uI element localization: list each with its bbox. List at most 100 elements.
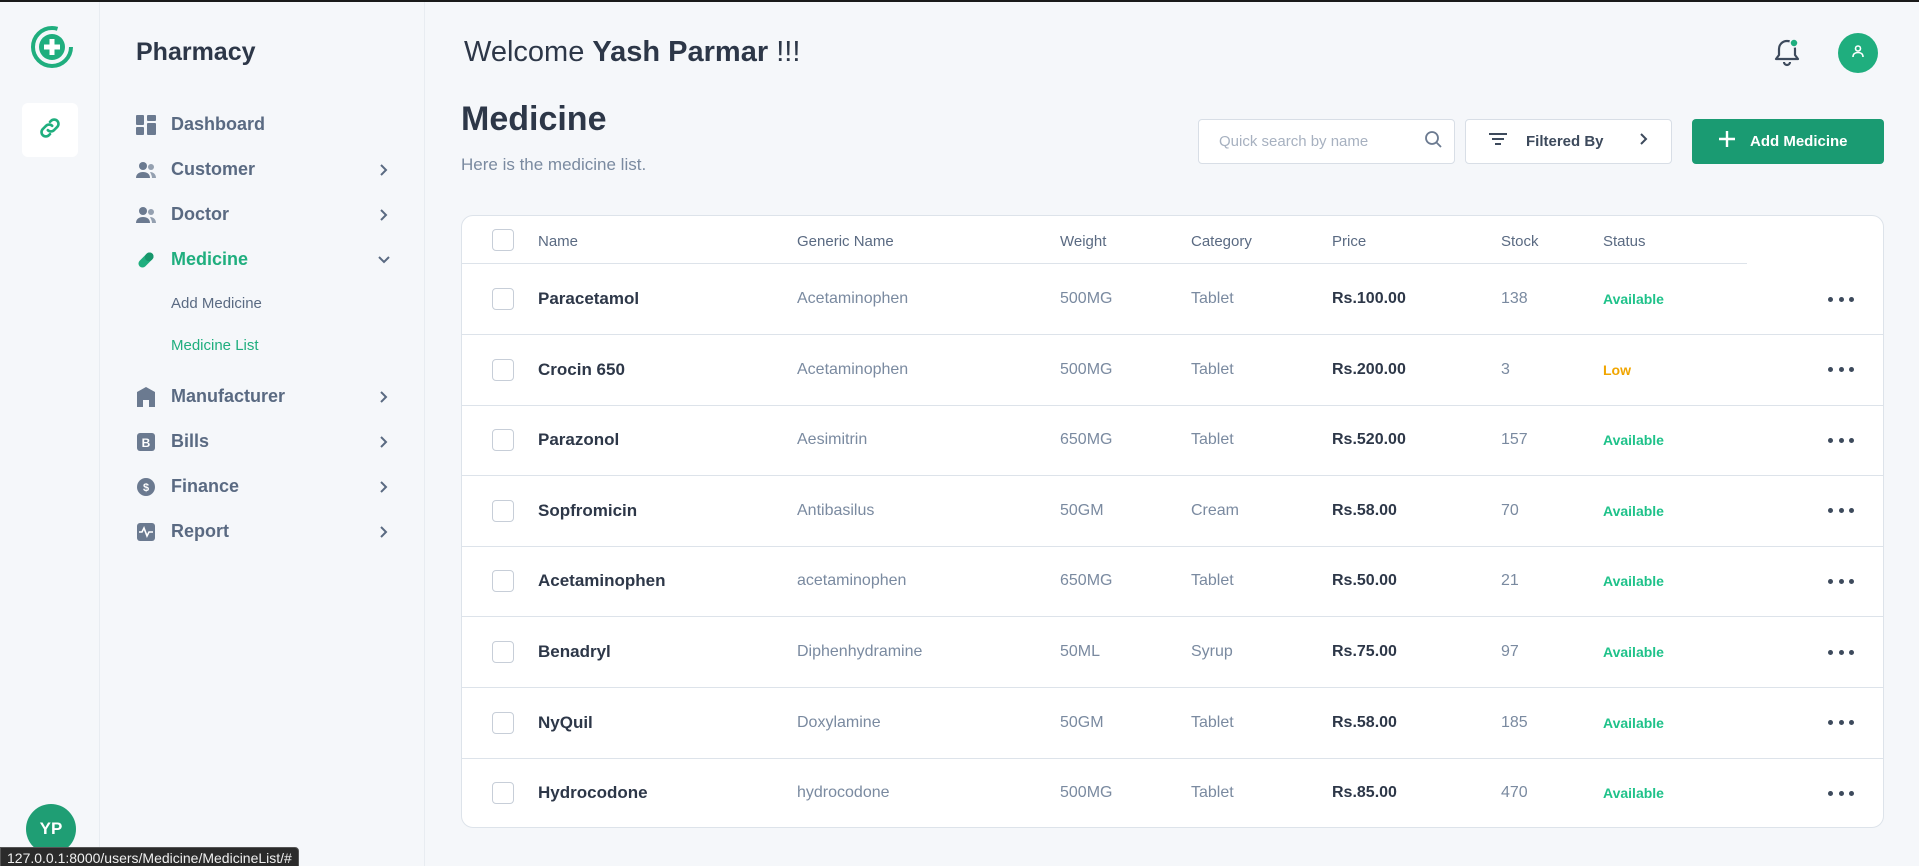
filter-label: Filtered By [1526, 133, 1604, 150]
chevron-down-icon [376, 252, 392, 268]
row-checkbox[interactable] [492, 429, 514, 452]
sidebar-item-medicine[interactable]: Medicine [136, 237, 392, 282]
sidebar-item-bills[interactable]: B Bills [136, 419, 392, 464]
filter-button[interactable]: Filtered By [1465, 119, 1672, 164]
select-all-checkbox[interactable] [492, 229, 514, 251]
cell-category: Tablet [1191, 360, 1234, 378]
welcome-suffix: !!! [776, 36, 801, 68]
cell-stock: 21 [1501, 572, 1519, 590]
sidebar-item-finance[interactable]: $ Finance [136, 464, 392, 509]
cell-name[interactable]: Sopfromicin [538, 501, 637, 521]
search-box [1198, 119, 1455, 164]
table-row[interactable]: Paracetamol Acetaminophen 500MG Tablet Rs.10… [462, 264, 1883, 335]
table-row[interactable]: Parazonol Aesimitrin 650MG Tablet Rs.520.00 1… [462, 405, 1883, 477]
status-badge: Available [1603, 785, 1664, 802]
pharmacy-logo-icon[interactable] [29, 24, 75, 70]
chevron-right-icon [376, 389, 392, 405]
submenu-item-add-medicine[interactable]: Add Medicine [171, 282, 392, 324]
cell-stock: 70 [1501, 501, 1519, 519]
more-options-icon[interactable] [1828, 287, 1854, 311]
pill-icon [136, 250, 156, 270]
chevron-right-icon [376, 162, 392, 178]
sidebar-item-report[interactable]: Report [136, 509, 392, 554]
table-row[interactable]: NyQuil Doxylamine 50GM Tablet Rs.58.00 185 Ava… [462, 688, 1883, 759]
cell-generic-name: Doxylamine [797, 713, 881, 731]
sidebar-item-label: Bills [171, 431, 210, 451]
chevron-right-icon [376, 434, 392, 450]
sidebar-item-dashboard[interactable]: Dashboard [136, 102, 392, 147]
cell-stock: 138 [1501, 290, 1528, 307]
cell-name[interactable]: Acetaminophen [538, 571, 666, 591]
row-checkbox[interactable] [492, 499, 514, 522]
cell-price: Rs.100.00 [1332, 290, 1406, 307]
building-icon [136, 386, 156, 407]
dollar-icon: $ [136, 477, 156, 497]
column-header-category[interactable]: Category [1191, 233, 1252, 250]
cell-name[interactable]: Paracetamol [538, 289, 639, 309]
cell-weight: 50GM [1060, 713, 1104, 731]
sidebar-item-label: Report [171, 521, 229, 541]
table-row[interactable]: Benadryl Diphenhydramine 50ML Syrup Rs.75.00… [462, 617, 1883, 688]
more-options-icon[interactable] [1828, 428, 1854, 452]
row-checkbox[interactable] [492, 288, 514, 310]
table-row[interactable]: Acetaminophen acetaminophen 650MG Tablet Rs.… [462, 546, 1883, 618]
table-row[interactable]: Crocin 650 Acetaminophen 500MG Tablet Rs.200… [462, 335, 1883, 406]
row-checkbox[interactable] [492, 570, 514, 593]
cell-price: Rs.50.00 [1332, 572, 1397, 590]
status-badge: Available [1603, 714, 1664, 731]
cell-weight: 50ML [1060, 643, 1101, 660]
more-options-icon[interactable] [1828, 358, 1854, 382]
table-header: Name Generic Name Weight Category Price … [462, 216, 1747, 264]
sidebar-item-doctor[interactable]: Doctor [136, 192, 392, 237]
more-options-icon[interactable] [1828, 711, 1854, 735]
cell-weight: 500MG [1060, 290, 1113, 307]
cell-category: Syrup [1191, 643, 1233, 660]
chevron-right-icon [1639, 132, 1649, 151]
sidebar-item-label: Manufacturer [171, 386, 286, 406]
browser-status-url: 127.0.0.1:8000/users/Medicine/MedicineLi… [0, 847, 299, 866]
link-nav-button[interactable] [22, 103, 78, 157]
row-checkbox[interactable] [492, 782, 514, 805]
cell-name[interactable]: Parazonol [538, 430, 619, 450]
user-avatar[interactable] [1838, 33, 1878, 73]
cell-stock: 470 [1501, 784, 1528, 802]
row-checkbox[interactable] [492, 641, 514, 663]
column-header-weight[interactable]: Weight [1060, 233, 1106, 250]
cell-name[interactable]: Crocin 650 [538, 360, 625, 380]
add-medicine-button[interactable]: Add Medicine [1692, 119, 1884, 164]
column-header-price[interactable]: Price [1332, 233, 1366, 250]
sidebar-item-manufacturer[interactable]: Manufacturer [136, 374, 392, 419]
plus-icon [1718, 130, 1736, 153]
filter-icon [1488, 132, 1508, 151]
cell-name[interactable]: NyQuil [538, 713, 593, 733]
sidebar-item-label: Customer [171, 159, 256, 179]
cell-name[interactable]: Hydrocodone [538, 783, 648, 803]
search-icon[interactable] [1424, 130, 1442, 153]
column-header-name[interactable]: Name [538, 233, 578, 250]
notification-bell-icon[interactable] [1772, 36, 1802, 68]
add-medicine-label: Add Medicine [1750, 133, 1848, 150]
more-options-icon[interactable] [1828, 781, 1854, 805]
column-header-generic-name[interactable]: Generic Name [797, 233, 894, 250]
row-checkbox[interactable] [492, 711, 514, 734]
sidebar-item-label: Dashboard [171, 114, 266, 134]
cell-name[interactable]: Benadryl [538, 642, 611, 662]
search-input[interactable] [1219, 133, 1424, 150]
sidebar-item-customer[interactable]: Customer [136, 147, 392, 192]
cell-price: Rs.85.00 [1332, 784, 1397, 802]
table-row[interactable]: Sopfromicin Antibasilus 50GM Cream Rs.58.00 7… [462, 476, 1883, 547]
more-options-icon[interactable] [1828, 569, 1854, 593]
table-row[interactable]: Hydrocodone hydrocodone 500MG Tablet Rs.85.0… [462, 758, 1883, 827]
svg-text:$: $ [143, 482, 149, 494]
column-header-stock[interactable]: Stock [1501, 233, 1539, 250]
medicine-submenu: Add Medicine Medicine List [136, 282, 392, 366]
status-badge: Available [1603, 644, 1664, 660]
more-options-icon[interactable] [1828, 640, 1854, 664]
row-checkbox[interactable] [492, 358, 514, 381]
column-header-status[interactable]: Status [1603, 233, 1646, 250]
status-badge: Available [1603, 291, 1664, 307]
status-badge: Available [1603, 432, 1664, 449]
submenu-item-medicine-list[interactable]: Medicine List [171, 324, 392, 366]
welcome-prefix: Welcome [464, 36, 585, 68]
more-options-icon[interactable] [1828, 499, 1854, 523]
